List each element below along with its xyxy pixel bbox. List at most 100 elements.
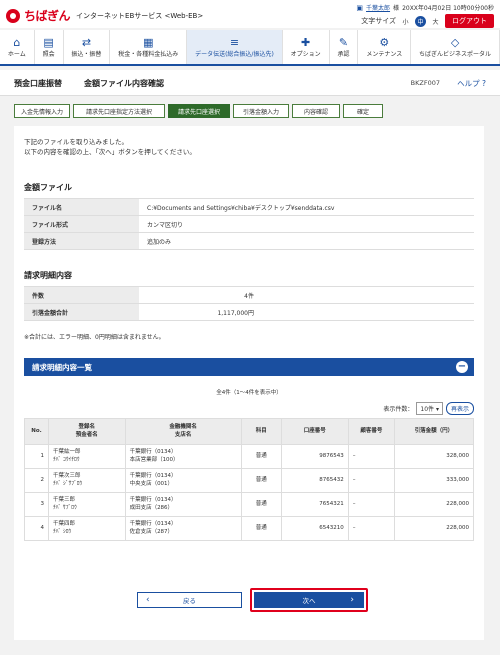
column-header: 金融機関名 支店名 <box>124 418 242 445</box>
account-number: 9876543 <box>280 444 349 469</box>
account-type: 普通 <box>240 444 282 469</box>
screen-id: BKZF007 <box>410 79 440 87</box>
display-count-value: 10件 <box>420 406 435 413</box>
bank-name: 千葉銀行（0134） <box>129 520 177 527</box>
table-row: 1 千葉紘一郎 ﾁﾊﾞ ｺｳｲﾁﾛｳ 千葉銀行（0134） 本店営業部（100） 普… <box>24 444 475 469</box>
payer-cell: 千葉次三郎 ﾁﾊﾞ ｼﾞｻﾌﾞﾛｳ <box>48 468 126 493</box>
branch-name: 佐倉支店（287） <box>129 528 174 535</box>
table-row: 3 千葉三郎 ﾁﾊﾞ ｻﾌﾞﾛｳ 千葉銀行（0134） 成田支店（286） 普通 7… <box>24 492 475 517</box>
chevron-right-icon: › <box>350 595 354 605</box>
branch-name: 成田支店（286） <box>129 504 174 511</box>
billing-section-title: 請求明細内容 <box>24 271 72 280</box>
depositor-name: ﾁﾊﾞ ｻﾌﾞﾛｳ <box>53 504 77 511</box>
table-row: ファイル形式 カンマ区切り <box>24 215 474 233</box>
account-number: 8765432 <box>280 468 349 493</box>
total-amount-value: 1,117,000円 <box>139 303 474 321</box>
payer-cell: 千葉四郎 ﾁﾊﾞ ｼﾛｳ <box>48 516 126 541</box>
row-number: 1 <box>24 444 49 469</box>
file-format-value: カンマ区切り <box>139 215 474 233</box>
step-item: 入金先情報入力 <box>14 104 70 118</box>
registered-name: 千葉次三郎 <box>53 472 81 479</box>
registered-name: 千葉紘一郎 <box>53 448 81 455</box>
column-header: 口座番号 <box>280 418 349 445</box>
debit-amount: 328,000 <box>393 444 475 469</box>
billing-summary-table: 件数 4件 引落金額合計 1,117,000円 <box>24 286 474 321</box>
redisplay-button[interactable]: 再表示 <box>445 402 474 415</box>
nav-item[interactable]: ⇄ 振込・振替 <box>64 30 111 64</box>
nav-item[interactable]: ⌂ ホーム <box>0 30 35 64</box>
depositor-name: ﾁﾊﾞ ｼﾞｻﾌﾞﾛｳ <box>53 480 83 487</box>
registered-name: 千葉三郎 <box>53 496 76 503</box>
doc-icon: ▤ <box>43 35 54 49</box>
transfer-icon: ⇄ <box>81 35 92 49</box>
nav-item[interactable]: ▤ 照会 <box>35 30 64 64</box>
branch-name: 本店営業部（100） <box>129 456 179 463</box>
registration-method-label: 登録方法 <box>24 232 139 250</box>
account-type: 普通 <box>240 516 282 541</box>
font-small-button[interactable]: 小 <box>400 16 411 27</box>
nav-item[interactable]: ≡ データ伝送(総合振込/振込先) <box>187 30 283 64</box>
depositor-name: ﾁﾊﾞ ｺｳｲﾁﾛｳ <box>53 456 80 463</box>
page-category: 預金口座振替 <box>14 79 62 88</box>
customer-number: – <box>347 468 395 493</box>
nav-item[interactable]: ▦ 税金・各種料金払込み <box>110 30 188 64</box>
column-header: 登録名 預金者名 <box>48 418 126 445</box>
title-bar: 預金口座振替 金額ファイル内容確認 BKZF007 ヘルプ ? <box>0 70 500 96</box>
logout-button[interactable]: ログアウト <box>445 14 494 28</box>
row-number: 4 <box>24 516 49 541</box>
maintenance-icon: ⚙ <box>379 35 390 49</box>
nav-item-label: 税金・各種料金払込み <box>118 51 179 58</box>
count-label: 件数 <box>24 286 139 304</box>
chevron-left-icon: ‹ <box>146 595 150 605</box>
payer-cell: 千葉紘一郎 ﾁﾊﾞ ｺｳｲﾁﾛｳ <box>48 444 126 469</box>
customer-number: – <box>347 492 395 517</box>
column-header: 科目 <box>240 418 282 445</box>
help-link[interactable]: ヘルプ ? <box>457 78 486 89</box>
back-label: 戻る <box>183 597 196 605</box>
step-item: 内容確認 <box>292 104 340 118</box>
record-count: 全4件（1～4件を表示中） <box>216 390 282 396</box>
brand-name: ちばぎん <box>24 9 71 23</box>
nav-item[interactable]: ✚ オプション <box>283 30 330 64</box>
list-title: 請求明細内容一覧 <box>32 362 92 372</box>
nav-item-label: オプション <box>290 51 321 58</box>
nav-item-label: データ伝送(総合振込/振込先) <box>195 51 274 58</box>
account-number: 6543210 <box>280 516 349 541</box>
display-count-select[interactable]: 10件 ▾ <box>416 402 443 415</box>
step-item: 確定 <box>343 104 383 118</box>
step-item: 請求先口座指定方法選択 <box>73 104 165 118</box>
global-nav: ⌂ ホーム ▤ 照会 ⇄ 振込・振替 ▦ 税金・各種料金払込み ≡ データ伝送(総合振込/振込先)… <box>0 30 500 66</box>
file-name-label: ファイル名 <box>24 198 139 216</box>
step-item: 引落金額入力 <box>233 104 289 118</box>
portal-icon: ◇ <box>450 35 460 49</box>
next-button[interactable]: 次へ › <box>254 592 364 608</box>
table-row: ファイル名 C:¥Documents and Settings¥chiba¥デス… <box>24 198 474 216</box>
column-header: No. <box>24 418 49 445</box>
font-size-label: 文字サイズ <box>361 17 396 25</box>
font-large-button[interactable]: 大 <box>430 16 441 27</box>
top-header: ちばぎん インターネットEBサービス <Web-EB> ▣ 千葉太郎 様 20X… <box>0 0 500 28</box>
collapse-icon[interactable]: − <box>456 361 468 373</box>
column-header: 引落金額（円） <box>393 418 475 445</box>
nav-item[interactable]: ◇ ちばぎんビジネスポータル <box>411 30 500 64</box>
back-button[interactable]: ‹ 戻る <box>137 592 242 608</box>
user-name-link[interactable]: 千葉太郎 <box>366 3 390 12</box>
nav-item-label: メンテナンス <box>366 51 403 58</box>
nav-item-label: ホーム <box>7 51 26 58</box>
customer-number: – <box>347 516 395 541</box>
font-medium-button[interactable]: 中 <box>415 15 426 27</box>
brand-logo[interactable]: ちばぎん インターネットEBサービス <Web-EB> <box>6 7 203 24</box>
brand-mark-icon <box>6 8 20 23</box>
display-count-label: 表示件数： <box>383 406 414 413</box>
nav-item[interactable]: ⚙ メンテナンス <box>358 30 412 64</box>
nav-item[interactable]: ✎ 承認 <box>330 30 359 64</box>
billing-detail-table: No. 登録名 預金者名 金融機関名 支店名 科目 口座番号 顧客番号 引落金額（円） 1 … <box>24 418 475 541</box>
instruction-line: 下記のファイルを取り込みました。 <box>24 138 128 146</box>
table-header-row: No. 登録名 預金者名 金融機関名 支店名 科目 口座番号 顧客番号 引落金額（円） <box>24 418 475 445</box>
nav-item-label: 照会 <box>42 51 55 58</box>
payer-cell: 千葉三郎 ﾁﾊﾞ ｻﾌﾞﾛｳ <box>48 492 126 517</box>
debit-amount: 228,000 <box>393 492 475 517</box>
customer-number: – <box>347 444 395 469</box>
database-icon: ≡ <box>229 35 240 49</box>
home-icon: ⌂ <box>13 35 21 49</box>
